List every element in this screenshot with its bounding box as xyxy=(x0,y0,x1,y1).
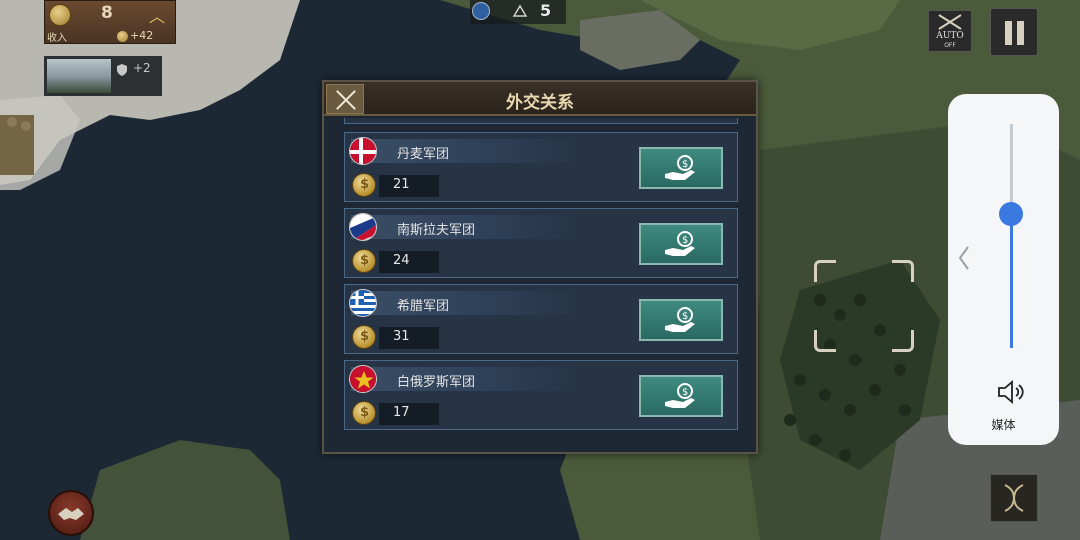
dialog-title: 外交关系 xyxy=(506,93,574,113)
give-money-button[interactable]: $ xyxy=(639,147,723,189)
gold-panel[interactable]: 8 ︿ 收入 +42 xyxy=(44,0,176,44)
gold-count: 8 xyxy=(101,3,113,23)
red-star-flag-icon xyxy=(349,365,377,393)
faction-row: 希腊军团 31 $ xyxy=(344,284,738,354)
diplomacy-button[interactable] xyxy=(48,490,94,536)
troop-panel[interactable]: 5 xyxy=(470,0,566,24)
name-strip xyxy=(351,139,581,163)
faction-row: 白俄罗斯军团 17 $ xyxy=(344,360,738,430)
frame-corner xyxy=(892,330,914,352)
city-thumbnail xyxy=(47,59,111,93)
volume-slider-knob[interactable] xyxy=(999,201,1023,226)
income-value: +42 xyxy=(130,29,154,42)
income-label: 收入 xyxy=(47,33,67,44)
gold-coin-icon xyxy=(352,325,376,349)
faction-value: 17 xyxy=(393,405,410,420)
frame-corner xyxy=(892,260,914,282)
give-money-button[interactable]: $ xyxy=(639,299,723,341)
dna-icon xyxy=(1004,484,1024,512)
faction-value: 21 xyxy=(393,177,410,192)
svg-text:$: $ xyxy=(682,387,688,398)
gold-coin-icon xyxy=(352,401,376,425)
faction-name: 南斯拉夫军团 xyxy=(397,223,476,238)
hand-coin-icon: $ xyxy=(665,155,695,180)
pause-icon xyxy=(1017,21,1024,45)
chevron-up-icon[interactable]: ︿ xyxy=(149,3,165,27)
gold-coin-icon xyxy=(352,173,376,197)
svg-text:$: $ xyxy=(682,311,688,322)
faction-value: 31 xyxy=(393,329,410,344)
dialog-header: 外交关系 xyxy=(324,82,756,116)
gold-coin-icon xyxy=(352,249,376,273)
defense-value: +2 xyxy=(133,61,151,75)
general-icon xyxy=(472,2,490,20)
faction-row: 丹麦军团 21 $ xyxy=(344,132,738,202)
hand-coin-icon: $ xyxy=(665,383,695,408)
troop-count: 5 xyxy=(540,1,552,20)
hand-coin-icon: $ xyxy=(665,307,695,332)
auto-battle-button[interactable]: AUTO OFF xyxy=(928,10,972,52)
shield-icon xyxy=(117,64,127,76)
volume-fill xyxy=(1010,213,1013,348)
auto-label: AUTO xyxy=(936,31,964,41)
greece-flag-icon xyxy=(349,289,377,317)
faction-list[interactable]: 丹麦军团 21 $ 南斯拉夫军团 24 $ xyxy=(324,118,756,452)
hand-coin-icon: $ xyxy=(665,231,695,256)
volume-label: 媒体 xyxy=(991,418,1016,432)
unit-icon xyxy=(512,4,528,17)
svg-text:$: $ xyxy=(682,235,688,246)
gold-coin-icon xyxy=(49,4,71,26)
handshake-icon xyxy=(58,508,84,520)
pause-icon xyxy=(1005,21,1012,45)
coin-icon xyxy=(117,31,128,42)
faction-name: 希腊军团 xyxy=(397,299,450,314)
list-item xyxy=(344,118,738,124)
frame-corner xyxy=(814,260,836,282)
formation-button[interactable] xyxy=(990,474,1038,522)
chevron-left-icon[interactable] xyxy=(956,244,972,272)
svg-text:$: $ xyxy=(682,159,688,170)
auto-state: OFF xyxy=(944,42,956,49)
faction-name: 白俄罗斯军团 xyxy=(397,375,476,390)
yugoslavia-flag-icon xyxy=(349,213,377,241)
faction-name: 丹麦军团 xyxy=(397,147,450,162)
pause-button[interactable] xyxy=(990,8,1038,56)
denmark-flag-icon xyxy=(349,137,377,165)
faction-value: 24 xyxy=(393,253,410,268)
frame-corner xyxy=(814,330,836,352)
close-button[interactable] xyxy=(326,84,364,114)
speaker-icon[interactable] xyxy=(996,380,1026,404)
diplomacy-dialog: 外交关系 丹麦军团 21 $ xyxy=(322,80,758,454)
city-panel[interactable]: +2 xyxy=(44,56,162,96)
give-money-button[interactable]: $ xyxy=(639,375,723,417)
faction-row: 南斯拉夫军团 24 $ xyxy=(344,208,738,278)
crossed-rifles-icon xyxy=(938,14,962,30)
name-strip xyxy=(351,291,581,315)
volume-panel: 媒体 xyxy=(948,94,1059,445)
give-money-button[interactable]: $ xyxy=(639,223,723,265)
